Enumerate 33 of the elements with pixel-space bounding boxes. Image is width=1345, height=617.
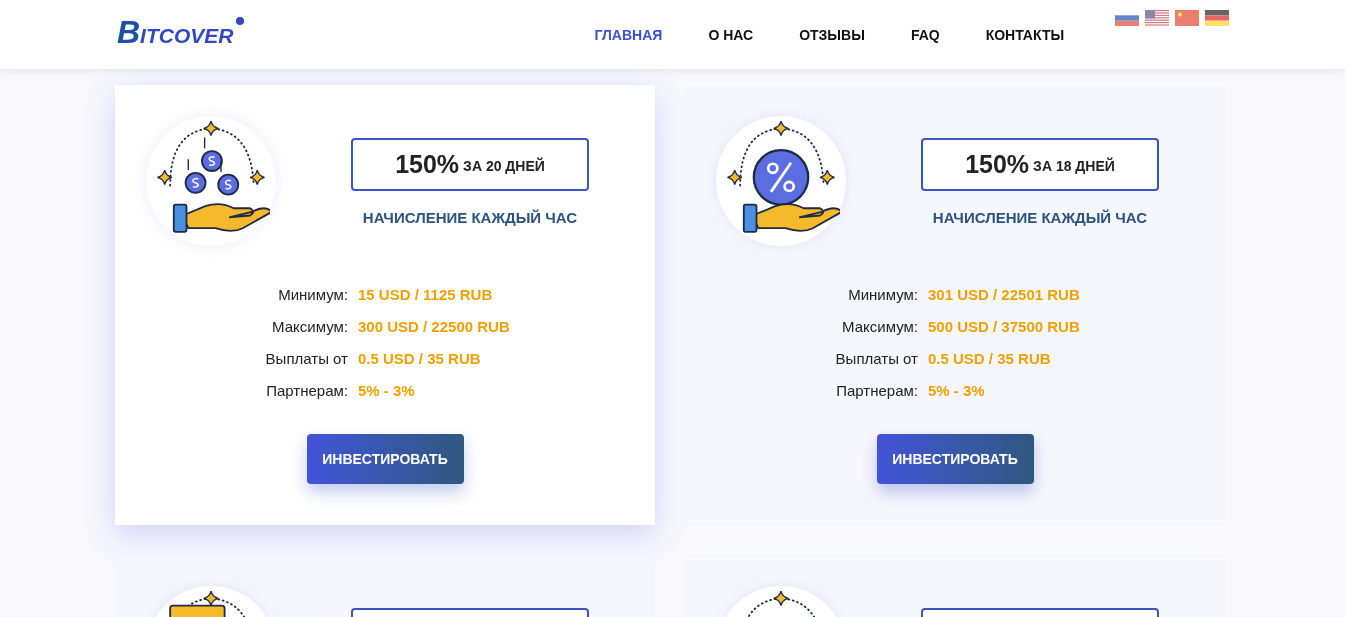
- nav-link[interactable]: FAQ: [910, 25, 940, 46]
- logo[interactable]: BITCOVER: [117, 16, 234, 48]
- rate-percent: 150%: [965, 148, 1030, 180]
- detail-label: Минимум:: [277, 285, 348, 305]
- detail-value: 0.5 USD / 35 RUB: [358, 349, 481, 369]
- detail-value: 300 USD / 22500 RUB: [358, 317, 510, 337]
- usa-flag-icon[interactable]: [1145, 10, 1170, 26]
- nav-link[interactable]: О НАС: [708, 25, 754, 46]
- detail-label: Выплаты от: [834, 349, 918, 369]
- rate-percent: 150%: [395, 148, 460, 180]
- invest-button[interactable]: ИНВЕСТИРОВАТЬ: [306, 434, 464, 484]
- accrual-text: НАЧИСЛЕНИЕ КАЖДЫЙ ЧАС: [362, 208, 578, 228]
- detail-value: 5% - 3%: [928, 381, 985, 401]
- detail-label: Партнерам:: [265, 381, 348, 401]
- detail-value: 15 USD / 1125 RUB: [358, 285, 493, 305]
- nav-link[interactable]: КОНТАКТЫ: [985, 25, 1065, 46]
- detail-value: 0.5 USD / 35 RUB: [928, 349, 1051, 369]
- germany-flag-icon[interactable]: [1205, 10, 1230, 26]
- accrual-text: НАЧИСЛЕНИЕ КАЖДЫЙ ЧАС: [932, 208, 1148, 228]
- detail-label: Максимум:: [271, 317, 348, 337]
- detail-value: 500 USD / 37500 RUB: [928, 317, 1080, 337]
- detail-value: 5% - 3%: [358, 381, 415, 401]
- china-flag-icon[interactable]: [1175, 10, 1200, 26]
- nav-link[interactable]: ОТЗЫВЫ: [799, 25, 865, 46]
- nav-link[interactable]: ГЛАВНАЯ: [594, 25, 663, 46]
- rate-period: ЗА 18 ДНЕЙ: [1033, 156, 1115, 176]
- detail-label: Минимум:: [847, 285, 918, 305]
- rate-period: ЗА 20 ДНЕЙ: [463, 156, 545, 176]
- detail-label: Максимум:: [841, 317, 918, 337]
- invest-button[interactable]: ИНВЕСТИРОВАТЬ: [876, 434, 1034, 484]
- detail-value: 301 USD / 22501 RUB: [928, 285, 1080, 305]
- detail-label: Выплаты от: [264, 349, 348, 369]
- detail-label: Партнерам:: [835, 381, 918, 401]
